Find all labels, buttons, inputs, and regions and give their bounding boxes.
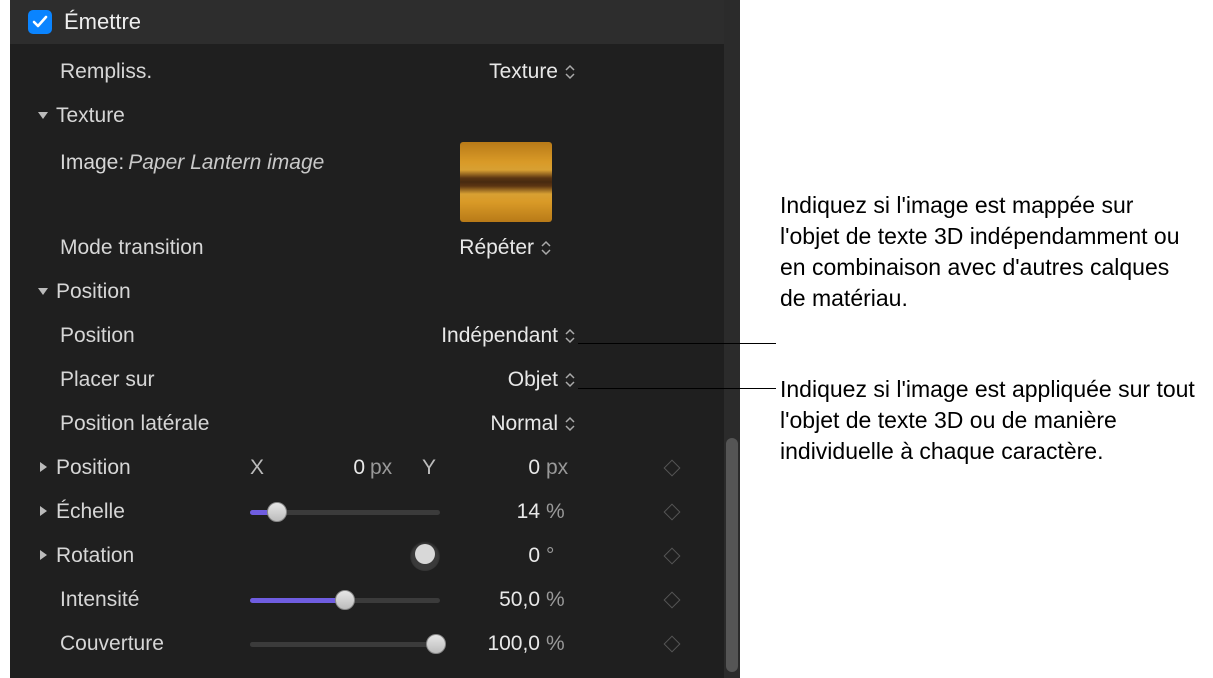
fill-row: Rempliss. Texture bbox=[10, 50, 728, 94]
texture-group-label: Texture bbox=[56, 104, 125, 128]
place-on-popup[interactable]: Objet bbox=[508, 368, 576, 392]
fill-label: Rempliss. bbox=[60, 60, 152, 84]
scale-label: Échelle bbox=[56, 500, 125, 524]
emit-checkbox[interactable] bbox=[28, 10, 52, 34]
place-on-row: Placer sur Objet bbox=[10, 358, 728, 402]
coverage-label: Couverture bbox=[60, 632, 164, 656]
callout-place-on: Indiquez si l'image est appliquée sur to… bbox=[780, 374, 1195, 467]
texture-thumbnail[interactable] bbox=[460, 142, 552, 222]
position-label: Position bbox=[56, 456, 131, 480]
side-placement-row: Position latérale Normal bbox=[10, 402, 728, 446]
inspector-panel: Émettre Rempliss. Texture Texture Image:… bbox=[10, 0, 728, 678]
position-x-label: X bbox=[250, 456, 264, 480]
scrollbar-track[interactable] bbox=[724, 0, 740, 678]
wrap-mode-value: Répéter bbox=[459, 236, 534, 260]
callout-line-place-on bbox=[578, 388, 776, 389]
disclosure-right-icon[interactable] bbox=[36, 460, 50, 474]
placement-value: Indépendant bbox=[441, 324, 558, 348]
emit-section-header[interactable]: Émettre bbox=[10, 0, 728, 44]
position-x-unit: px bbox=[370, 456, 392, 480]
intensity-slider-knob[interactable] bbox=[335, 590, 355, 610]
image-label-prefix: Image: bbox=[60, 151, 124, 175]
fill-popup[interactable]: Texture bbox=[489, 60, 576, 84]
popup-arrows-icon bbox=[540, 240, 552, 256]
rotation-dial[interactable] bbox=[410, 541, 440, 571]
callout-placement: Indiquez si l'image est mappée sur l'obj… bbox=[780, 190, 1195, 314]
dial-dot-icon bbox=[415, 544, 435, 564]
rotation-unit: ° bbox=[546, 544, 554, 568]
popup-arrows-icon bbox=[564, 416, 576, 432]
position-y-unit: px bbox=[546, 456, 568, 480]
keyframe-icon[interactable] bbox=[664, 592, 681, 609]
image-row: Image: Paper Lantern image bbox=[10, 138, 728, 188]
fill-value: Texture bbox=[489, 60, 558, 84]
position-y-label: Y bbox=[422, 456, 436, 480]
coverage-value[interactable]: 100,0 bbox=[450, 632, 540, 656]
coverage-row: Couverture 100,0 % bbox=[10, 622, 728, 666]
image-name: Paper Lantern image bbox=[128, 151, 324, 175]
popup-arrows-icon bbox=[564, 64, 576, 80]
coverage-slider-fill bbox=[250, 642, 440, 647]
rotation-row: Rotation 0 ° bbox=[10, 534, 728, 578]
callout-line-placement bbox=[578, 343, 776, 344]
placement-row: Position Indépendant bbox=[10, 314, 728, 358]
scale-value[interactable]: 14 bbox=[450, 500, 540, 524]
intensity-row: Intensité 50,0 % bbox=[10, 578, 728, 622]
intensity-label: Intensité bbox=[60, 588, 139, 612]
placement-group-header[interactable]: Position bbox=[10, 270, 728, 314]
keyframe-icon[interactable] bbox=[664, 504, 681, 521]
position-xy-row: Position X 0 px Y 0 px bbox=[10, 446, 728, 490]
position-y-value[interactable]: 0 bbox=[450, 456, 540, 480]
wrap-mode-popup[interactable]: Répéter bbox=[459, 236, 552, 260]
wrap-mode-label: Mode transition bbox=[60, 236, 204, 260]
keyframe-icon[interactable] bbox=[664, 636, 681, 653]
scale-row: Échelle 14 % bbox=[10, 490, 728, 534]
texture-group-header[interactable]: Texture bbox=[10, 94, 728, 138]
rotation-label: Rotation bbox=[56, 544, 134, 568]
rotation-value[interactable]: 0 bbox=[450, 544, 540, 568]
emit-section-title: Émettre bbox=[64, 9, 141, 35]
coverage-slider-knob[interactable] bbox=[426, 634, 446, 654]
placement-popup[interactable]: Indépendant bbox=[441, 324, 576, 348]
disclosure-right-icon[interactable] bbox=[36, 504, 50, 518]
placement-group-label: Position bbox=[56, 280, 131, 304]
side-placement-label: Position latérale bbox=[60, 412, 209, 436]
intensity-value[interactable]: 50,0 bbox=[450, 588, 540, 612]
disclosure-down-icon bbox=[36, 108, 50, 122]
place-on-value: Objet bbox=[508, 368, 558, 392]
check-icon bbox=[32, 14, 48, 30]
keyframe-icon[interactable] bbox=[664, 460, 681, 477]
keyframe-icon[interactable] bbox=[664, 548, 681, 565]
wrap-mode-row: Mode transition Répéter bbox=[10, 226, 728, 270]
position-x-value[interactable]: 0 bbox=[275, 456, 365, 480]
intensity-slider-fill bbox=[250, 598, 345, 603]
popup-arrows-icon bbox=[564, 328, 576, 344]
scale-slider-knob[interactable] bbox=[267, 502, 287, 522]
scale-unit: % bbox=[546, 500, 565, 524]
side-placement-value: Normal bbox=[490, 412, 558, 436]
intensity-unit: % bbox=[546, 588, 565, 612]
side-placement-popup[interactable]: Normal bbox=[490, 412, 576, 436]
popup-arrows-icon bbox=[564, 372, 576, 388]
scrollbar-thumb[interactable] bbox=[726, 438, 738, 672]
disclosure-right-icon[interactable] bbox=[36, 548, 50, 562]
coverage-unit: % bbox=[546, 632, 565, 656]
place-on-label: Placer sur bbox=[60, 368, 155, 392]
placement-label: Position bbox=[60, 324, 135, 348]
disclosure-down-icon bbox=[36, 284, 50, 298]
